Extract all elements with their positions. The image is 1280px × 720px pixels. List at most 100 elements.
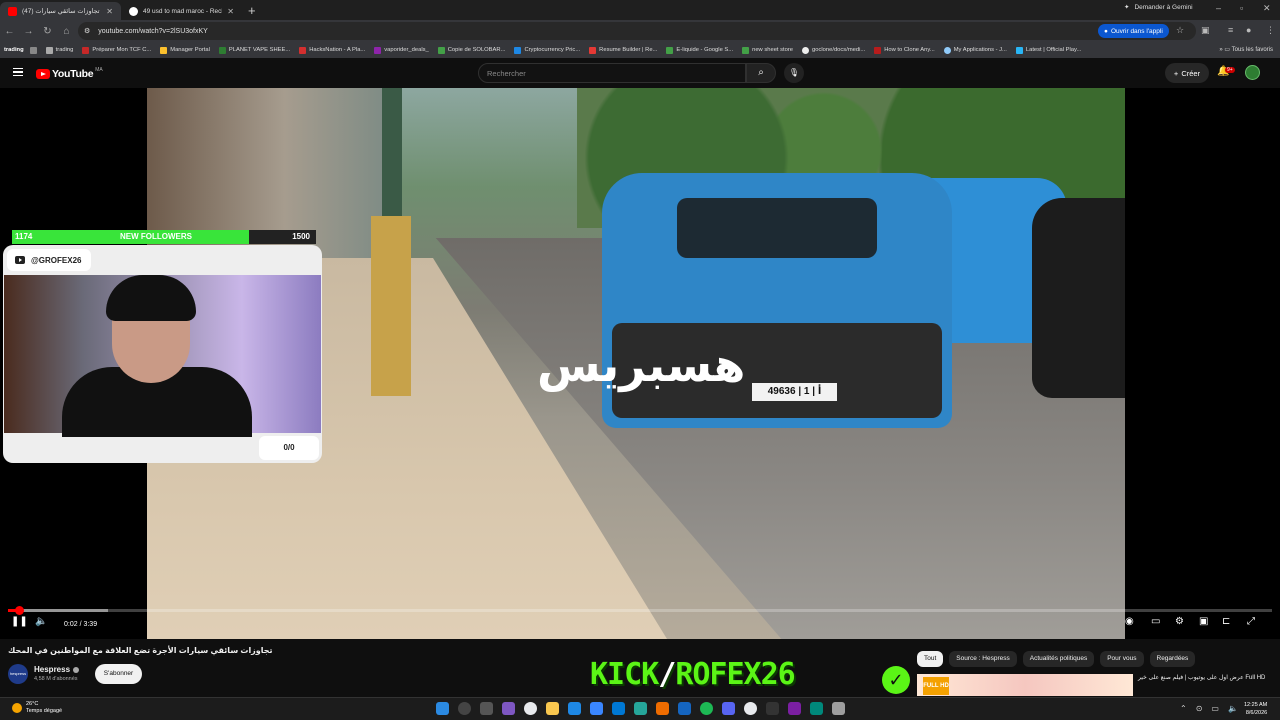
bookmark-item[interactable]: Resume Builder | Re... [589,46,657,54]
youtube-icon [15,256,25,264]
progress-bar[interactable] [8,606,1272,615]
task-view-icon[interactable] [480,702,493,715]
video-player[interactable]: 49636 | أ | 1 هسبريس 1174 NEW FOLLOWERS … [0,88,1280,639]
outlook-icon[interactable] [612,702,625,715]
maximize-icon[interactable]: ▫ [1240,3,1243,13]
profile-icon[interactable]: ● [1246,25,1251,35]
open-in-app-button[interactable]: ● Ouvrir dans l'appli [1098,24,1169,38]
tab-google[interactable]: 49 usd to mad maroc - Recherc ✕ [121,2,242,20]
voice-search-button[interactable]: 🎙 [784,63,804,83]
app-icon[interactable] [810,702,823,715]
app-icon[interactable] [656,702,669,715]
cast-icon[interactable]: ⊏ [1222,616,1230,627]
location-icon[interactable]: ⊙ [1196,704,1203,713]
chip-source[interactable]: Source : Hespress [949,651,1017,667]
settings-gear-icon[interactable]: ⚙ [1175,616,1184,627]
new-tab-icon[interactable]: + [242,3,262,18]
weather-widget[interactable]: 26°C Temps dégagé [12,701,62,715]
bookmark-item[interactable]: HacksNation - A Pla... [299,46,365,54]
close-tab-icon[interactable]: ✕ [106,7,113,16]
clock[interactable]: 12:25 AM 8/6/2026 [1244,701,1267,717]
search-taskbar-icon[interactable] [458,702,471,715]
github-icon[interactable] [766,702,779,715]
kebab-menu-icon[interactable]: ⋮ [1266,25,1275,36]
gemini-button[interactable]: ✦ Demander à Gemini [1124,3,1193,12]
app-icon[interactable] [832,702,845,715]
search-button[interactable]: ⌕ [746,63,776,83]
bookmark-item[interactable]: goclone/docs/medi... [802,46,865,54]
file-explorer-icon[interactable] [546,702,559,715]
bookmark-star-icon[interactable]: ☆ [1176,25,1184,36]
copilot-icon[interactable] [502,702,515,715]
search-input[interactable]: Rechercher [478,63,746,83]
url-input[interactable]: ⚙ youtube.com/watch?v=2lSU3ofxKY [78,22,1196,40]
minimize-icon[interactable]: – [1216,3,1221,13]
subscribe-button[interactable]: S'abonner [95,664,142,684]
bookmark-item[interactable]: Latest | Official Play... [1015,46,1081,54]
bookmark-item[interactable]: Manager Portal [160,46,210,54]
bookmark-folder-trading[interactable]: trading [45,46,73,54]
hamburger-menu-icon[interactable] [13,68,23,76]
subtitles-icon[interactable]: ▭ [1151,616,1160,627]
bookmark-item[interactable]: Copie de SOLOBAR... [437,46,505,54]
close-tab-icon[interactable]: ✕ [227,7,234,16]
app-icon[interactable] [678,702,691,715]
tray-chevron-icon[interactable]: ⌃ [1180,704,1187,713]
bookmark-trading-label[interactable]: trading [4,47,24,53]
suggested-video-thumbnail[interactable]: FULL HD [917,674,1133,696]
speaker-icon[interactable]: 🔈 [1228,704,1238,713]
chip-watched[interactable]: Regardées [1149,651,1196,667]
spotify-icon[interactable] [700,702,713,715]
youtube-favicon-icon [8,6,17,16]
create-button[interactable]: + Créer [1165,63,1209,83]
back-icon[interactable]: ← [0,26,19,37]
channel-avatar[interactable]: hespress [8,664,28,684]
all-bookmarks-button[interactable]: » ▭ Tous les favoris [1219,46,1273,53]
black-car [1032,198,1125,398]
chip-for-you[interactable]: Pour vous [1100,651,1144,667]
suggested-video-title[interactable]: عرض اول على يوتيوب | فيلم صنع على خير Fu… [1138,674,1276,683]
volume-icon[interactable]: 🔈 [35,616,47,627]
bookmark-item[interactable]: Cryptocurrency Pric... [514,46,580,54]
bookmark-item[interactable]: E-liquide - Google S... [666,46,733,54]
tab-youtube[interactable]: تجاوزات سائقي سيارات (47) ◀ ✕ [0,2,121,20]
home-icon[interactable]: ⌂ [57,26,76,37]
reload-icon[interactable]: ↻ [38,26,57,37]
verified-check-icon [73,666,80,673]
store-icon[interactable] [590,702,603,715]
scrubber-handle[interactable] [15,606,25,615]
discord-icon[interactable] [722,702,735,715]
account-avatar[interactable] [1245,65,1260,80]
forward-icon[interactable]: → [19,26,38,37]
fullscreen-icon[interactable]: ⤢ [1247,616,1255,627]
plus-icon: + [1173,68,1179,78]
miniplayer-icon[interactable]: ▣ [1199,616,1208,627]
bookmark-item[interactable]: Préparer Mon TCF C... [82,46,151,54]
followers-current: 1174 [15,232,33,241]
pause-icon[interactable]: ❚❚ [11,616,28,627]
chip-all[interactable]: Tout [917,651,944,667]
extensions-icon[interactable]: ▣ [1201,25,1210,36]
network-icon[interactable]: ▭ [1211,704,1219,713]
start-icon[interactable] [436,702,449,715]
bookmark-item[interactable]: new sheet store [742,46,793,54]
youtube-logo[interactable]: YouTube MA [36,67,103,80]
chrome-icon[interactable] [524,702,537,715]
bookmark-item[interactable]: vaporider_deals_ [374,46,429,54]
youtube-small-icon: ● [1104,27,1108,35]
bookmark-item[interactable]: My Applications - J... [943,46,1007,54]
bookmark-apps-icon[interactable] [29,46,37,54]
app-icon[interactable] [788,702,801,715]
channel-name-row[interactable]: Hespress [34,665,80,674]
autoplay-toggle-icon[interactable]: ◉ [1125,616,1134,627]
close-window-icon[interactable]: ✕ [1263,3,1271,14]
menu-lines-icon[interactable]: ≡ [1228,25,1233,35]
edge-icon[interactable] [568,702,581,715]
bookmark-item[interactable]: How to Clone Any... [874,46,935,54]
kick-slash: / [658,657,676,692]
site-info-icon[interactable]: ⚙ [84,27,90,35]
app-icon[interactable] [634,702,647,715]
chip-politics[interactable]: Actualités politiques [1022,651,1095,667]
bookmark-item[interactable]: PLANET VAPE SHEE... [218,46,290,54]
chrome-icon[interactable] [744,702,757,715]
